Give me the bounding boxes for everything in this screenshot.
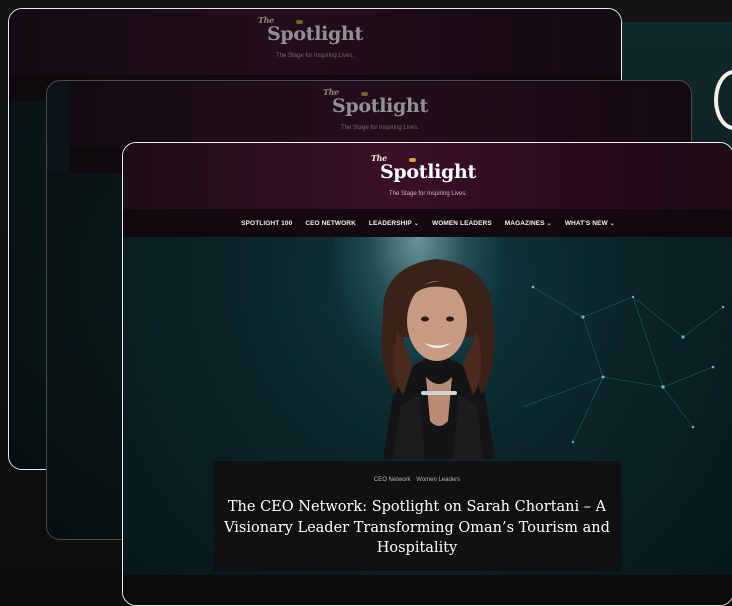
nav-item-magazines[interactable]: MAGAZINES ⌄	[505, 220, 552, 227]
site-logo[interactable]: The Spotlight	[123, 153, 732, 183]
hero-section: CEO Network Women Leaders The CEO Networ…	[123, 237, 732, 605]
spotlight-o-mark-icon: o	[293, 20, 306, 45]
chevron-down-icon: ⌄	[413, 220, 419, 227]
site-tagline: The Stage for Inspiring Lives.	[275, 53, 355, 59]
browser-mockup-front: The Spotlight The Stage for Inspiring Li…	[122, 142, 732, 606]
spotlight-o-mark-icon: o	[406, 158, 419, 183]
article-title[interactable]: The CEO Network: Spotlight on Sarah Chor…	[223, 497, 611, 559]
category-link-women-leaders[interactable]: Women Leaders	[416, 477, 460, 483]
site-tagline: The Stage for Inspiring Lives.	[340, 125, 420, 131]
page-bottom-strip	[123, 575, 732, 605]
nav-item-ceo-network[interactable]: CEO NETWORK	[305, 220, 356, 227]
chevron-down-icon: ⌄	[546, 220, 552, 227]
main-navigation: SPOTLIGHT 100 CEO NETWORK LEADERSHIP ⌄ W…	[123, 209, 732, 237]
nav-item-spotlight-100[interactable]: SPOTLIGHT 100	[241, 220, 292, 227]
spotlight-o-mark-icon: o	[358, 92, 371, 117]
nav-item-whats-new[interactable]: WHAT'S NEW ⌄	[565, 220, 615, 227]
featured-person-photo	[381, 259, 495, 459]
site-header: The Spotlight The Stage for Inspiring Li…	[9, 9, 621, 75]
site-header: The Spotlight The Stage for Inspiring Li…	[69, 81, 691, 147]
category-link-ceo-network[interactable]: CEO Network	[374, 477, 411, 483]
nav-item-women-leaders[interactable]: WOMEN LEADERS	[432, 220, 492, 227]
featured-article-card[interactable]: CEO Network Women Leaders The CEO Networ…	[213, 461, 621, 571]
site-logo[interactable]: The Spotlight	[69, 87, 691, 117]
chevron-down-icon: ⌄	[609, 220, 615, 227]
article-categories: CEO Network Women Leaders	[213, 477, 621, 483]
site-tagline: The Stage for Inspiring Lives.	[388, 191, 468, 197]
nav-item-leadership[interactable]: LEADERSHIP ⌄	[369, 220, 419, 227]
site-header: The Spotlight The Stage for Inspiring Li…	[123, 143, 732, 209]
site-logo[interactable]: The Spotlight	[9, 15, 621, 45]
